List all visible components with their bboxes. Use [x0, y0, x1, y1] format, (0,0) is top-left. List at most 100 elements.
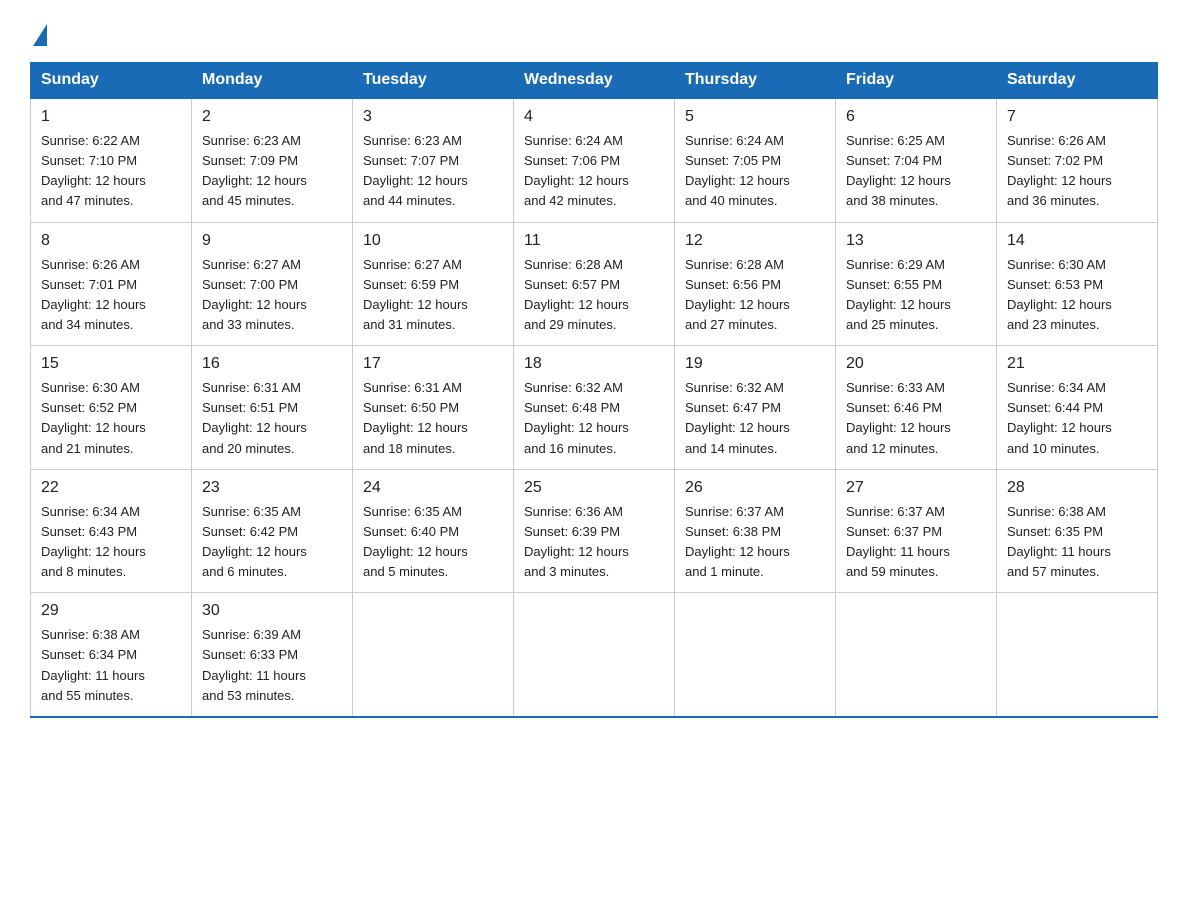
day-number: 18 — [524, 352, 664, 376]
day-number: 26 — [685, 476, 825, 500]
logo — [30, 20, 47, 44]
calendar-cell — [997, 593, 1158, 717]
calendar-table: SundayMondayTuesdayWednesdayThursdayFrid… — [30, 62, 1158, 718]
calendar-cell: 18Sunrise: 6:32 AMSunset: 6:48 PMDayligh… — [514, 346, 675, 470]
day-info: Sunrise: 6:26 AMSunset: 7:02 PMDaylight:… — [1007, 131, 1147, 212]
calendar-cell: 19Sunrise: 6:32 AMSunset: 6:47 PMDayligh… — [675, 346, 836, 470]
day-info: Sunrise: 6:22 AMSunset: 7:10 PMDaylight:… — [41, 131, 181, 212]
day-info: Sunrise: 6:29 AMSunset: 6:55 PMDaylight:… — [846, 255, 986, 336]
calendar-cell: 11Sunrise: 6:28 AMSunset: 6:57 PMDayligh… — [514, 222, 675, 346]
day-info: Sunrise: 6:28 AMSunset: 6:57 PMDaylight:… — [524, 255, 664, 336]
day-info: Sunrise: 6:24 AMSunset: 7:06 PMDaylight:… — [524, 131, 664, 212]
calendar-week-row: 22Sunrise: 6:34 AMSunset: 6:43 PMDayligh… — [31, 469, 1158, 593]
calendar-cell: 8Sunrise: 6:26 AMSunset: 7:01 PMDaylight… — [31, 222, 192, 346]
day-info: Sunrise: 6:37 AMSunset: 6:38 PMDaylight:… — [685, 502, 825, 583]
day-number: 3 — [363, 105, 503, 129]
page-header — [30, 20, 1158, 44]
day-number: 29 — [41, 599, 181, 623]
header-tuesday: Tuesday — [353, 63, 514, 99]
day-info: Sunrise: 6:34 AMSunset: 6:44 PMDaylight:… — [1007, 378, 1147, 459]
day-info: Sunrise: 6:26 AMSunset: 7:01 PMDaylight:… — [41, 255, 181, 336]
day-info: Sunrise: 6:31 AMSunset: 6:50 PMDaylight:… — [363, 378, 503, 459]
day-info: Sunrise: 6:37 AMSunset: 6:37 PMDaylight:… — [846, 502, 986, 583]
calendar-cell: 1Sunrise: 6:22 AMSunset: 7:10 PMDaylight… — [31, 98, 192, 222]
calendar-cell: 25Sunrise: 6:36 AMSunset: 6:39 PMDayligh… — [514, 469, 675, 593]
logo-triangle-icon — [33, 24, 47, 46]
calendar-cell — [353, 593, 514, 717]
day-info: Sunrise: 6:30 AMSunset: 6:52 PMDaylight:… — [41, 378, 181, 459]
day-number: 22 — [41, 476, 181, 500]
calendar-cell: 9Sunrise: 6:27 AMSunset: 7:00 PMDaylight… — [192, 222, 353, 346]
day-info: Sunrise: 6:34 AMSunset: 6:43 PMDaylight:… — [41, 502, 181, 583]
day-info: Sunrise: 6:25 AMSunset: 7:04 PMDaylight:… — [846, 131, 986, 212]
calendar-header-row: SundayMondayTuesdayWednesdayThursdayFrid… — [31, 63, 1158, 99]
calendar-cell: 21Sunrise: 6:34 AMSunset: 6:44 PMDayligh… — [997, 346, 1158, 470]
day-number: 8 — [41, 229, 181, 253]
day-number: 9 — [202, 229, 342, 253]
day-info: Sunrise: 6:23 AMSunset: 7:09 PMDaylight:… — [202, 131, 342, 212]
calendar-cell: 13Sunrise: 6:29 AMSunset: 6:55 PMDayligh… — [836, 222, 997, 346]
day-number: 20 — [846, 352, 986, 376]
day-number: 23 — [202, 476, 342, 500]
calendar-cell: 10Sunrise: 6:27 AMSunset: 6:59 PMDayligh… — [353, 222, 514, 346]
calendar-cell: 29Sunrise: 6:38 AMSunset: 6:34 PMDayligh… — [31, 593, 192, 717]
calendar-cell: 17Sunrise: 6:31 AMSunset: 6:50 PMDayligh… — [353, 346, 514, 470]
day-info: Sunrise: 6:23 AMSunset: 7:07 PMDaylight:… — [363, 131, 503, 212]
calendar-cell: 27Sunrise: 6:37 AMSunset: 6:37 PMDayligh… — [836, 469, 997, 593]
calendar-cell: 30Sunrise: 6:39 AMSunset: 6:33 PMDayligh… — [192, 593, 353, 717]
day-info: Sunrise: 6:33 AMSunset: 6:46 PMDaylight:… — [846, 378, 986, 459]
day-info: Sunrise: 6:28 AMSunset: 6:56 PMDaylight:… — [685, 255, 825, 336]
day-info: Sunrise: 6:36 AMSunset: 6:39 PMDaylight:… — [524, 502, 664, 583]
day-number: 5 — [685, 105, 825, 129]
day-number: 28 — [1007, 476, 1147, 500]
calendar-cell: 16Sunrise: 6:31 AMSunset: 6:51 PMDayligh… — [192, 346, 353, 470]
day-info: Sunrise: 6:32 AMSunset: 6:48 PMDaylight:… — [524, 378, 664, 459]
day-number: 13 — [846, 229, 986, 253]
day-info: Sunrise: 6:31 AMSunset: 6:51 PMDaylight:… — [202, 378, 342, 459]
day-info: Sunrise: 6:38 AMSunset: 6:34 PMDaylight:… — [41, 625, 181, 706]
calendar-cell: 28Sunrise: 6:38 AMSunset: 6:35 PMDayligh… — [997, 469, 1158, 593]
calendar-cell — [836, 593, 997, 717]
calendar-cell: 26Sunrise: 6:37 AMSunset: 6:38 PMDayligh… — [675, 469, 836, 593]
header-friday: Friday — [836, 63, 997, 99]
day-number: 24 — [363, 476, 503, 500]
day-info: Sunrise: 6:38 AMSunset: 6:35 PMDaylight:… — [1007, 502, 1147, 583]
calendar-cell: 14Sunrise: 6:30 AMSunset: 6:53 PMDayligh… — [997, 222, 1158, 346]
day-info: Sunrise: 6:32 AMSunset: 6:47 PMDaylight:… — [685, 378, 825, 459]
day-number: 7 — [1007, 105, 1147, 129]
calendar-cell — [675, 593, 836, 717]
day-number: 11 — [524, 229, 664, 253]
day-info: Sunrise: 6:30 AMSunset: 6:53 PMDaylight:… — [1007, 255, 1147, 336]
day-info: Sunrise: 6:35 AMSunset: 6:40 PMDaylight:… — [363, 502, 503, 583]
day-number: 6 — [846, 105, 986, 129]
calendar-week-row: 8Sunrise: 6:26 AMSunset: 7:01 PMDaylight… — [31, 222, 1158, 346]
calendar-cell: 15Sunrise: 6:30 AMSunset: 6:52 PMDayligh… — [31, 346, 192, 470]
calendar-cell: 12Sunrise: 6:28 AMSunset: 6:56 PMDayligh… — [675, 222, 836, 346]
calendar-cell: 23Sunrise: 6:35 AMSunset: 6:42 PMDayligh… — [192, 469, 353, 593]
day-info: Sunrise: 6:35 AMSunset: 6:42 PMDaylight:… — [202, 502, 342, 583]
header-sunday: Sunday — [31, 63, 192, 99]
calendar-cell: 6Sunrise: 6:25 AMSunset: 7:04 PMDaylight… — [836, 98, 997, 222]
calendar-week-row: 15Sunrise: 6:30 AMSunset: 6:52 PMDayligh… — [31, 346, 1158, 470]
calendar-cell: 2Sunrise: 6:23 AMSunset: 7:09 PMDaylight… — [192, 98, 353, 222]
calendar-cell: 3Sunrise: 6:23 AMSunset: 7:07 PMDaylight… — [353, 98, 514, 222]
day-number: 14 — [1007, 229, 1147, 253]
day-number: 21 — [1007, 352, 1147, 376]
day-number: 4 — [524, 105, 664, 129]
calendar-cell: 4Sunrise: 6:24 AMSunset: 7:06 PMDaylight… — [514, 98, 675, 222]
day-info: Sunrise: 6:27 AMSunset: 6:59 PMDaylight:… — [363, 255, 503, 336]
day-number: 2 — [202, 105, 342, 129]
day-number: 15 — [41, 352, 181, 376]
calendar-week-row: 29Sunrise: 6:38 AMSunset: 6:34 PMDayligh… — [31, 593, 1158, 717]
day-number: 16 — [202, 352, 342, 376]
calendar-cell: 24Sunrise: 6:35 AMSunset: 6:40 PMDayligh… — [353, 469, 514, 593]
calendar-cell: 7Sunrise: 6:26 AMSunset: 7:02 PMDaylight… — [997, 98, 1158, 222]
calendar-cell: 22Sunrise: 6:34 AMSunset: 6:43 PMDayligh… — [31, 469, 192, 593]
day-number: 10 — [363, 229, 503, 253]
day-info: Sunrise: 6:39 AMSunset: 6:33 PMDaylight:… — [202, 625, 342, 706]
header-saturday: Saturday — [997, 63, 1158, 99]
day-number: 30 — [202, 599, 342, 623]
day-number: 17 — [363, 352, 503, 376]
day-info: Sunrise: 6:27 AMSunset: 7:00 PMDaylight:… — [202, 255, 342, 336]
day-info: Sunrise: 6:24 AMSunset: 7:05 PMDaylight:… — [685, 131, 825, 212]
